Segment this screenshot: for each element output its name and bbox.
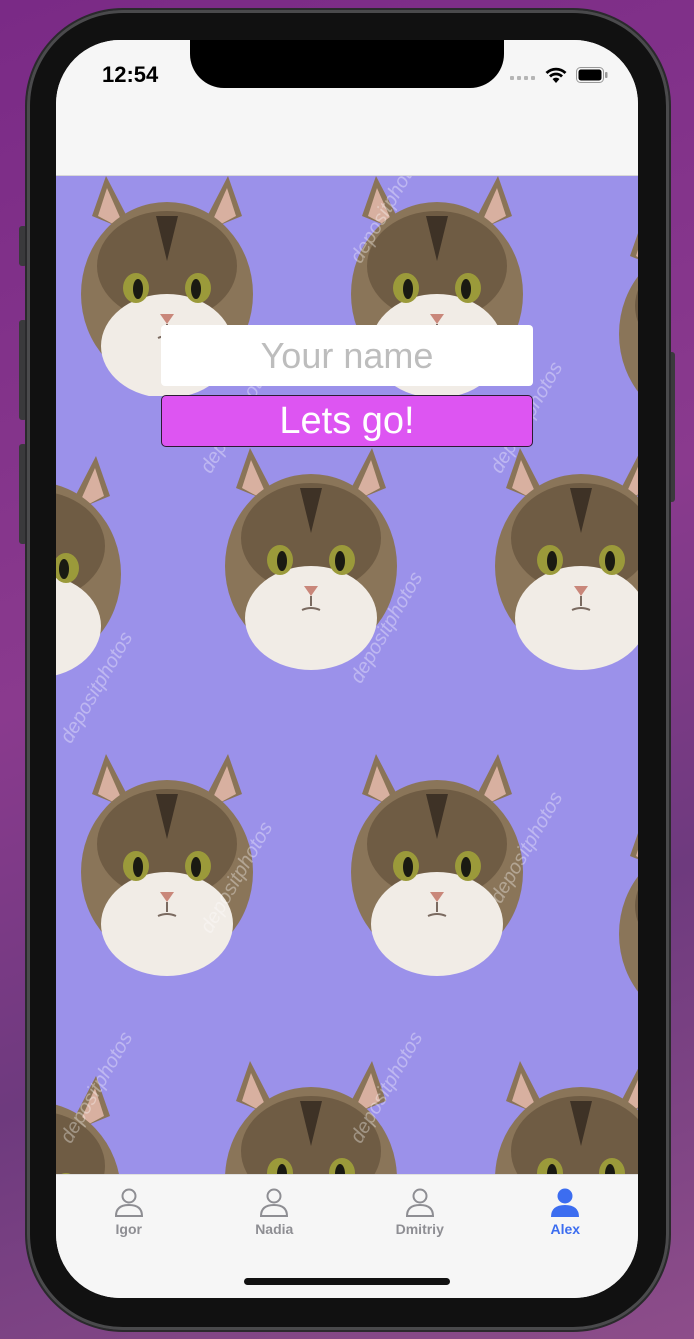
volume-down-button	[19, 444, 27, 544]
cat-image	[494, 448, 638, 671]
home-indicator	[244, 1278, 450, 1285]
wifi-icon	[545, 67, 567, 83]
tab-alex[interactable]: Alex	[493, 1175, 639, 1298]
volume-up-button	[19, 320, 27, 420]
tab-label: Nadia	[255, 1221, 294, 1237]
status-icons	[510, 66, 608, 84]
cat-pattern-background: depositphotos depositphotos depositphoto…	[56, 176, 638, 1174]
cat-image	[494, 1061, 638, 1174]
tab-label: Dmitriy	[395, 1221, 444, 1237]
name-input[interactable]	[161, 325, 533, 386]
cat-image	[618, 816, 638, 1036]
person-outline-icon	[260, 1188, 289, 1217]
tab-label: Igor	[115, 1221, 142, 1237]
person-filled-icon	[551, 1188, 580, 1217]
person-outline-icon	[405, 1188, 434, 1217]
battery-icon	[576, 67, 608, 83]
lets-go-button[interactable]: Lets go!	[161, 395, 533, 447]
cellular-signal-icon	[510, 76, 535, 80]
person-outline-icon	[114, 1188, 143, 1217]
tab-label: Alex	[550, 1221, 581, 1237]
tab-igor[interactable]: Igor	[56, 1175, 202, 1298]
cat-image	[618, 216, 638, 436]
phone-screen: depositphotos depositphotos depositphoto…	[56, 40, 638, 1298]
status-time: 12:54	[102, 62, 159, 87]
silent-switch	[19, 226, 27, 266]
device-notch	[190, 40, 504, 88]
